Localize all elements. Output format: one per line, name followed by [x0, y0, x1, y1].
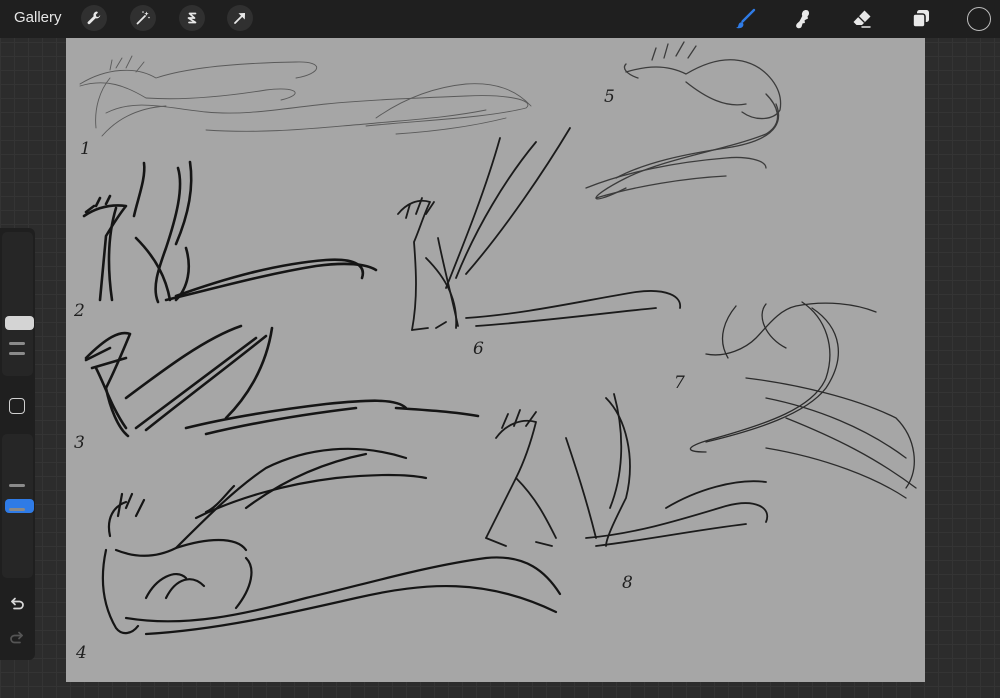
undo-button[interactable]: [7, 594, 27, 614]
gallery-button[interactable]: Gallery: [14, 9, 62, 26]
sketch-1: [79, 55, 532, 137]
brush-size-tick: [9, 342, 25, 345]
brush-tool-button[interactable]: [732, 6, 758, 32]
eraser-tool-button[interactable]: [849, 6, 875, 32]
magic-wand-icon: [136, 11, 150, 25]
sketch-6: [397, 127, 681, 331]
sketch-label: 6: [473, 339, 484, 359]
sketch-label: 5: [604, 87, 615, 107]
layers-icon: [912, 10, 929, 28]
sketch-label: 7: [674, 373, 685, 393]
selection-icon: [187, 12, 197, 24]
sketch-label: 4: [75, 643, 87, 663]
left-sidebar: [0, 228, 35, 660]
selection-button[interactable]: [179, 5, 205, 31]
layers-button[interactable]: [908, 6, 934, 32]
opacity-tick: [9, 484, 25, 487]
adjustments-button[interactable]: [130, 5, 156, 31]
brush-size-thumb[interactable]: [5, 316, 34, 330]
eraser-icon: [853, 10, 871, 28]
sketch-label: 2: [73, 301, 85, 321]
smudge-tool-button[interactable]: [790, 6, 816, 32]
brush-icon: [736, 8, 756, 29]
transform-arrow-icon: [234, 13, 245, 24]
brush-size-tick: [9, 352, 25, 355]
transform-button[interactable]: [227, 5, 253, 31]
sketch-3: [84, 324, 480, 438]
sketch-label: 8: [622, 573, 633, 593]
opacity-slider[interactable]: [2, 434, 34, 578]
sketch-label: 1: [80, 139, 91, 159]
opacity-tick: [9, 508, 25, 511]
wrench-icon: [87, 11, 101, 25]
sketch-4: [101, 447, 562, 636]
redo-icon: [10, 631, 23, 644]
drawing-canvas[interactable]: 1 2 3 4 5 6 7 8: [66, 38, 925, 682]
sketch-5: [585, 41, 782, 200]
sketch-7: [690, 301, 917, 499]
color-picker-button[interactable]: [967, 7, 991, 31]
modify-square-icon[interactable]: [9, 398, 25, 414]
undo-icon: [11, 597, 24, 610]
sketch-2: [82, 160, 378, 304]
sketch-label: 3: [74, 433, 85, 453]
top-toolbar: Gallery: [0, 0, 1000, 38]
actions-button[interactable]: [81, 5, 107, 31]
smudge-icon: [796, 10, 809, 29]
redo-button[interactable]: [7, 628, 27, 648]
sketch-8: [485, 393, 769, 547]
dragon-sketches-artwork: 1 2 3 4 5 6 7 8: [73, 41, 917, 663]
